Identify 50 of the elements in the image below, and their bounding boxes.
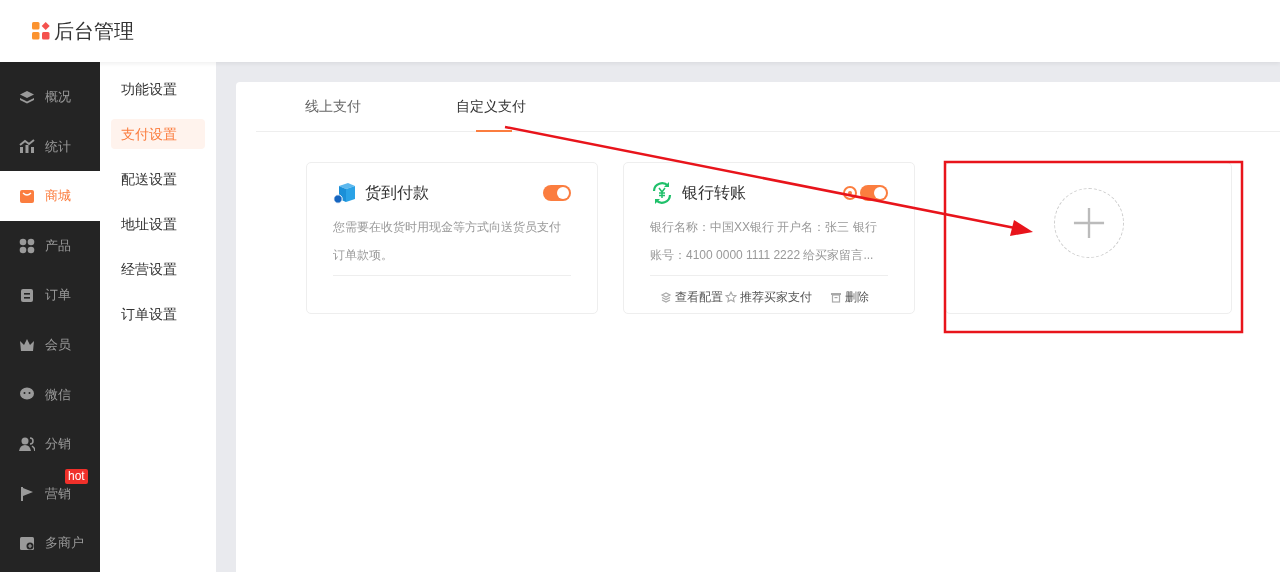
submenu-item[interactable]: 经营设置	[111, 254, 205, 284]
card-action[interactable]: 删除	[830, 288, 869, 306]
layers-icon	[19, 88, 35, 105]
star-icon	[725, 291, 737, 303]
chart-icon	[19, 138, 35, 155]
sidebar-item[interactable]: 统计	[0, 121, 100, 172]
clipboard-icon	[19, 287, 35, 304]
layers-icon	[660, 291, 672, 303]
yen-exchange-icon	[650, 181, 674, 205]
submenu-item[interactable]: 订单设置	[111, 299, 205, 329]
logo-icon	[32, 22, 50, 40]
sidebar-label: 统计	[45, 137, 71, 156]
sidebar-label: 多商户	[45, 534, 84, 553]
sidebar-item[interactable]: 产品	[0, 220, 100, 271]
card-description: 银行名称：中国XX银行 开户名：张三 银行账号：4100 0000 1111 2222 给买家留言...	[650, 213, 888, 276]
flag-icon	[19, 485, 35, 502]
card-action[interactable]: 查看配置	[660, 288, 723, 306]
card-title: 货到付款	[365, 183, 430, 203]
sidebar-item[interactable]: 会员	[0, 319, 100, 370]
sidebar-label: 营销	[45, 484, 71, 503]
sidebar-item[interactable]: 概况	[0, 72, 100, 122]
sidebar-item[interactable]: 分销	[0, 419, 100, 469]
sidebar-label: 概况	[45, 88, 71, 107]
sidebar-item[interactable]: hot 营销	[0, 468, 100, 519]
toggle-switch[interactable]	[543, 185, 571, 201]
card-description: 您需要在收货时用现金等方式向送货员支付订单款项。	[333, 213, 571, 276]
sidebar-label: 分销	[45, 435, 71, 454]
toggle-switch[interactable]	[860, 185, 888, 201]
submenu-item[interactable]: 地址设置	[111, 209, 205, 239]
box-icon	[333, 181, 357, 205]
sidebar-label: 订单	[45, 286, 71, 305]
sidebar-item[interactable]: 订单	[0, 270, 100, 320]
hot-badge: hot	[65, 468, 88, 484]
users-icon	[19, 435, 35, 452]
bag-icon	[19, 188, 35, 204]
store-icon	[19, 535, 35, 552]
app-title: 后台管理	[54, 19, 134, 44]
sidebar-item[interactable]: 多商户	[0, 518, 100, 568]
card-title: 银行转账	[682, 183, 747, 203]
card-action[interactable]: 推荐买家支付	[725, 288, 812, 306]
sidebar-label: 微信	[45, 385, 71, 404]
plus-icon	[1072, 207, 1105, 239]
grid-icon	[19, 237, 35, 254]
sidebar-label: 商城	[45, 187, 71, 206]
trash-icon	[830, 291, 842, 303]
sidebar-label: 产品	[45, 236, 71, 255]
submenu-item[interactable]: 配送设置	[111, 164, 205, 194]
sidebar-item[interactable]: 微信	[0, 369, 100, 420]
submenu-item[interactable]: 功能设置	[111, 74, 205, 104]
sidebar-label: 会员	[45, 336, 71, 354]
